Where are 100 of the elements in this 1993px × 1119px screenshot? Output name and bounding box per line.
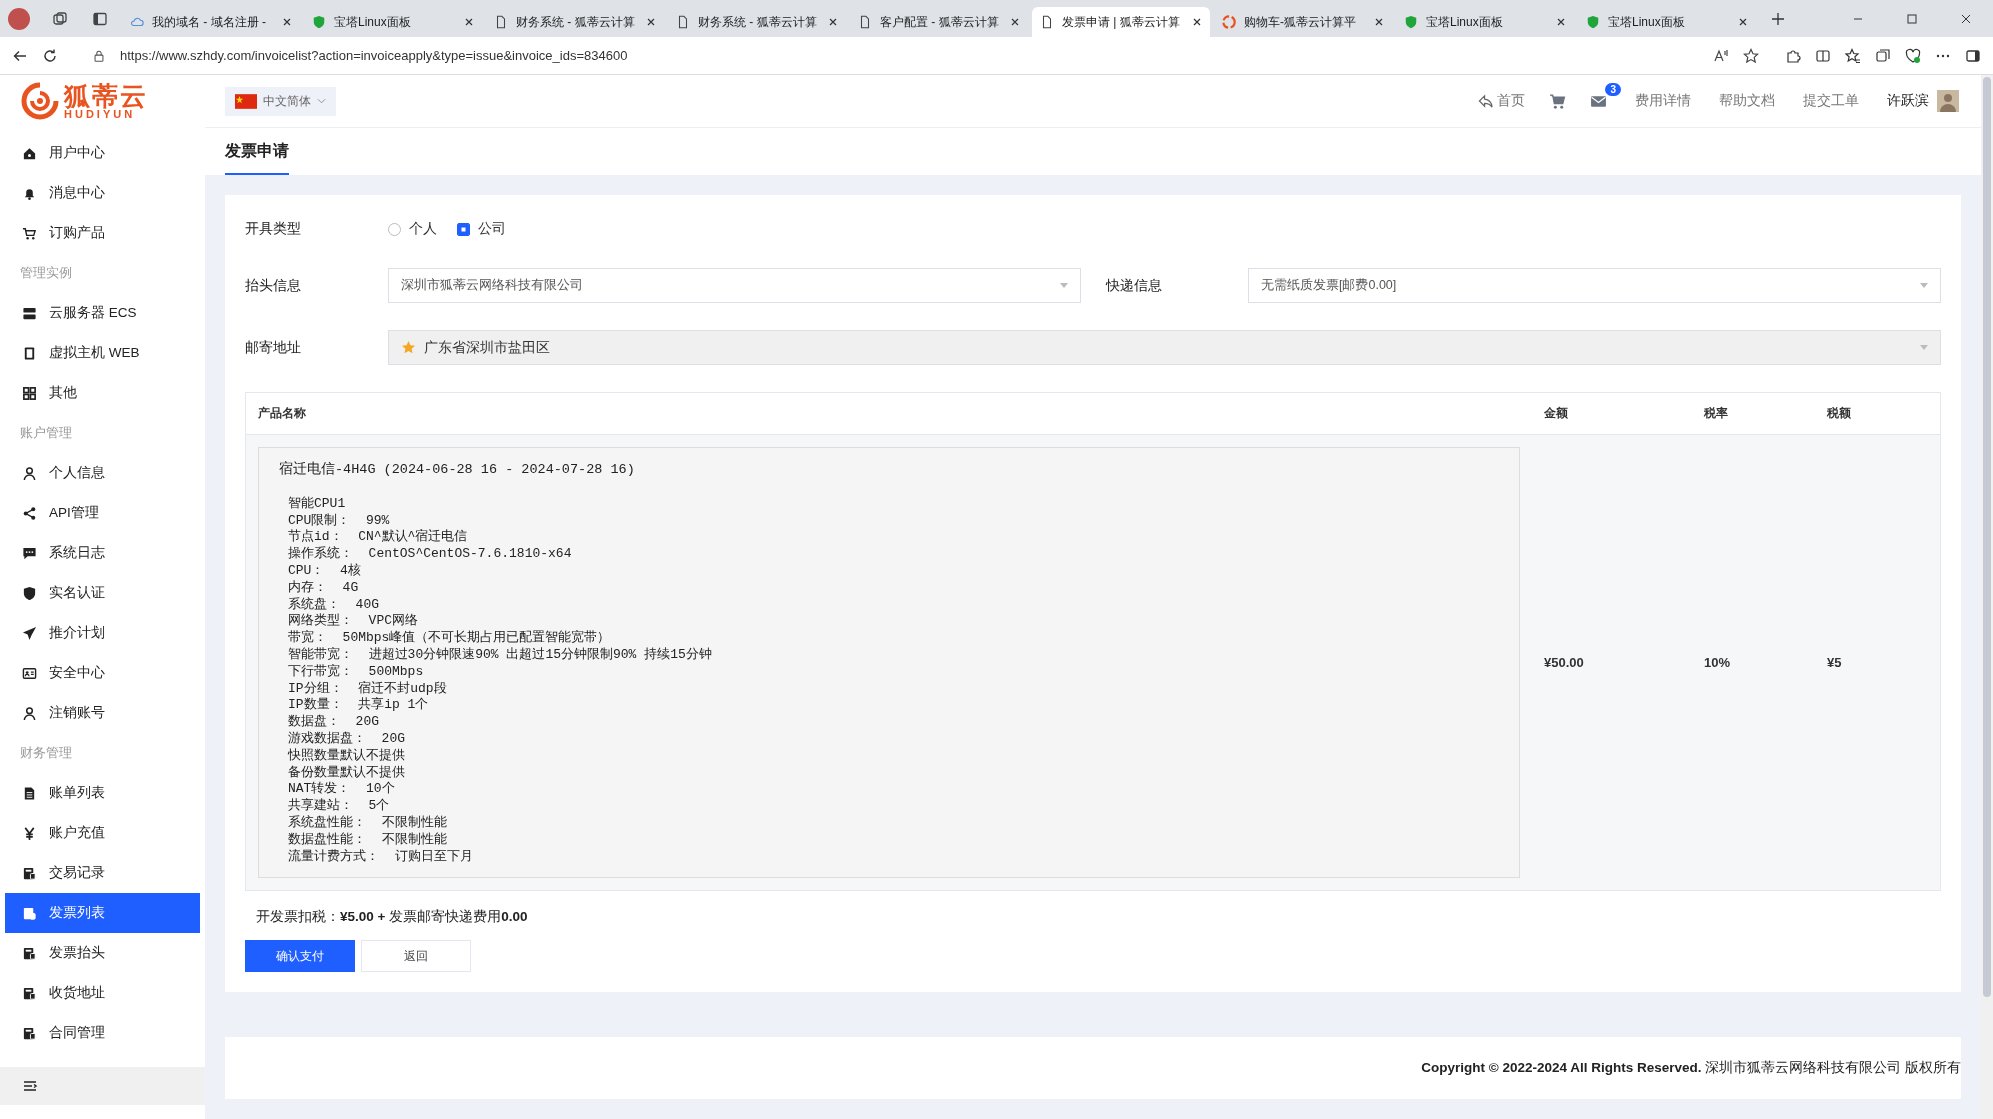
- sidebar-item[interactable]: 云服务器 ECS: [5, 293, 200, 333]
- browser-tab[interactable]: 客户配置 - 狐蒂云计算: [850, 7, 1028, 37]
- sidebar-item[interactable]: 其他: [5, 373, 200, 413]
- star-icon: [401, 340, 416, 355]
- receipt-icon: [22, 1025, 37, 1041]
- sidebar-item[interactable]: 交易记录: [5, 853, 200, 893]
- confirm-button[interactable]: 确认支付: [245, 940, 355, 973]
- sidebar-item[interactable]: 发票列表: [5, 893, 200, 933]
- shield-icon: [1586, 15, 1600, 29]
- copyright-text: Copyright © 2022-2024 All Rights Reserved. 深圳市狐蒂云网络科技有限公司 版权所有: [1421, 1059, 1961, 1078]
- sidebar-toggle-icon[interactable]: [1965, 47, 1981, 64]
- collapse-menu-icon[interactable]: [22, 1078, 38, 1094]
- menu-section-title: 账户管理: [19, 424, 73, 442]
- chat-icon: [22, 545, 37, 561]
- page-title[interactable]: 发票申请: [225, 141, 289, 175]
- column-header: 产品名称: [257, 405, 307, 422]
- sidebar-item[interactable]: 推介计划: [5, 613, 200, 653]
- lock-icon[interactable]: [92, 48, 106, 63]
- sidebar-item[interactable]: 安全中心: [5, 653, 200, 693]
- close-icon[interactable]: [1192, 17, 1202, 27]
- swirl-logo-icon[interactable]: [20, 81, 60, 121]
- shield-icon: [1404, 15, 1418, 29]
- address-select[interactable]: 广东省深圳市盐田区: [388, 330, 1941, 365]
- checked-radio-icon[interactable]: [457, 222, 470, 236]
- sidebar-item[interactable]: 账户充值: [5, 813, 200, 853]
- home-icon: [22, 145, 37, 161]
- header-link[interactable]: 提交工单: [1803, 92, 1859, 110]
- scrollbar-thumb[interactable]: [1983, 77, 1991, 997]
- sidebar-item[interactable]: 虚拟主机 WEB: [5, 333, 200, 373]
- grid-icon: [22, 385, 37, 401]
- browser-tab[interactable]: 宝塔Linux面板: [1396, 7, 1574, 37]
- browser-tab[interactable]: 财务系统 - 狐蒂云计算: [668, 7, 846, 37]
- receipt-icon: [22, 905, 37, 921]
- sidebar-item[interactable]: 订购产品: [5, 213, 200, 253]
- sidebar-item[interactable]: 消息中心: [5, 173, 200, 213]
- plane-icon: [22, 625, 37, 641]
- new-tab-icon[interactable]: [1770, 10, 1786, 27]
- sidebar-item[interactable]: 收货地址: [5, 973, 200, 1013]
- close-icon[interactable]: [464, 17, 474, 27]
- dropdown-arrow-icon: [1060, 283, 1068, 288]
- sidebar-item[interactable]: 注销账号: [5, 693, 200, 733]
- logo-name[interactable]: 狐蒂云: [64, 82, 148, 109]
- table-cell-text: ¥50.00: [1544, 655, 1585, 671]
- split-screen-icon[interactable]: [1815, 47, 1831, 64]
- page-icon: [1040, 15, 1054, 29]
- workspaces-icon[interactable]: [52, 10, 68, 27]
- sidebar-item[interactable]: 发票抬头: [5, 933, 200, 973]
- collections-icon[interactable]: [1875, 47, 1891, 64]
- close-icon[interactable]: [1738, 17, 1748, 27]
- browser-tab[interactable]: 宝塔Linux面板: [304, 7, 482, 37]
- star-icon[interactable]: [1743, 47, 1759, 64]
- product-spec: 带宽： 50Mbps峰值（不可长期占用已配置智能宽带）: [287, 630, 612, 647]
- favorites-icon[interactable]: [1845, 47, 1861, 64]
- close-icon[interactable]: [1556, 17, 1566, 27]
- browser-tab[interactable]: 宝塔Linux面板: [1578, 7, 1756, 37]
- close-icon[interactable]: [1010, 17, 1020, 27]
- sidebar-item[interactable]: API管理: [5, 493, 200, 533]
- sidebar-item[interactable]: 账单列表: [5, 773, 200, 813]
- maximize-icon[interactable]: [1907, 13, 1917, 24]
- product-spec: 游戏数据盘： 20G: [287, 730, 406, 748]
- product-spec: 网络类型： VPC网络: [287, 613, 419, 630]
- browser-tab[interactable]: 财务系统 - 狐蒂云计算: [486, 7, 664, 37]
- sidebar-item[interactable]: 系统日志: [5, 533, 200, 573]
- radio-option[interactable]: 公司: [457, 220, 506, 238]
- column-header: 税额: [1827, 405, 1852, 422]
- home-link[interactable]: 首页: [1478, 92, 1525, 110]
- close-icon[interactable]: [282, 17, 292, 27]
- browser-tab[interactable]: 我的域名 - 域名注册 -: [122, 7, 300, 37]
- header-link[interactable]: 费用详情: [1635, 92, 1691, 110]
- tab-actions-icon[interactable]: [92, 10, 108, 27]
- heartbeat-icon[interactable]: [1905, 47, 1921, 64]
- sidebar-item[interactable]: 合同管理: [5, 1013, 200, 1053]
- close-icon[interactable]: [1374, 17, 1384, 27]
- language-selector[interactable]: 中文简体: [225, 86, 336, 116]
- profile-avatar[interactable]: [8, 7, 30, 30]
- receipt-icon: [22, 865, 37, 881]
- title-select[interactable]: 深圳市狐蒂云网络科技有限公司: [388, 268, 1081, 303]
- sidebar-item[interactable]: 用户中心: [5, 133, 200, 173]
- product-spec: 数据盘： 20G: [287, 714, 380, 731]
- browser-tab[interactable]: 发票申请 | 狐蒂云计算: [1032, 7, 1210, 37]
- menu-section-title: 管理实例: [19, 264, 73, 282]
- page-icon: [676, 15, 690, 29]
- reload-icon[interactable]: [42, 47, 58, 64]
- puzzle-icon[interactable]: [1785, 47, 1801, 64]
- sidebar-item[interactable]: 个人信息: [5, 453, 200, 493]
- product-spec: CPU限制： 99%: [287, 512, 391, 529]
- sidebar-item[interactable]: 实名认证: [5, 573, 200, 613]
- user-name[interactable]: 许跃滨: [1887, 92, 1929, 110]
- delivery-select[interactable]: 无需纸质发票[邮费0.00]: [1248, 268, 1941, 303]
- read-aloud-icon[interactable]: [1713, 47, 1729, 64]
- back-button[interactable]: 返回: [361, 940, 471, 973]
- browser-tab[interactable]: 购物车-狐蒂云计算平: [1214, 7, 1392, 37]
- radio-option[interactable]: 个人: [388, 220, 437, 238]
- close-icon[interactable]: [828, 17, 838, 27]
- close-icon[interactable]: [1961, 13, 1971, 24]
- menu-section-title: 财务管理: [19, 744, 73, 762]
- url-field[interactable]: https://www.szhdy.com/invoicelist?action=invoiceapply&type=issue&invoice_ids=834600: [120, 48, 1699, 63]
- header-link[interactable]: 帮助文档: [1719, 92, 1775, 110]
- close-icon[interactable]: [646, 17, 656, 27]
- cart-icon[interactable]: [1549, 92, 1566, 110]
